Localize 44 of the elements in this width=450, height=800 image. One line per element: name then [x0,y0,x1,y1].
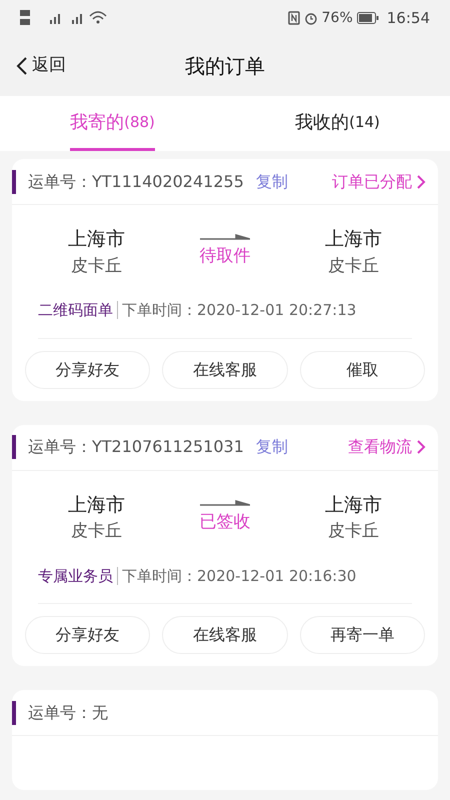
origin-city: 上海市 [68,227,125,252]
tab[interactable]: 我寄的(88) [0,96,225,151]
chevron-right-icon [416,439,426,455]
accent-bar [12,435,16,459]
waybill-number: 运单号：YT2107611251031 [28,436,244,458]
accent-bar [12,170,16,194]
arrow-icon [200,500,250,506]
battery-percent: 76% [322,8,353,28]
order-time: 下单时间：2020-12-01 20:27:13 [122,300,356,321]
back-button[interactable]: 返回 [16,53,66,79]
destination-city: 上海市 [325,227,382,252]
recipient-name: 皮卡丘 [328,520,379,543]
order-tag: 专属业务员 [38,564,113,587]
order-status: 待取件 [200,245,250,268]
order-status: 已签收 [200,510,250,534]
action-button[interactable]: 催取 [300,350,425,388]
action-button[interactable]: 在线客服 [162,616,288,654]
sender-name: 皮卡丘 [71,254,122,278]
accent-bar [12,700,16,724]
copy-button[interactable]: 复制 [256,435,288,459]
chevron-left-icon [16,56,28,76]
waybill-number: 运单号：YT1114020241255 [28,170,244,192]
alarm-icon [304,11,318,25]
recipient-name: 皮卡丘 [328,254,379,278]
waybill-number: 运单号：无 [28,702,108,724]
destination-city: 上海市 [325,492,382,518]
sender-name: 皮卡丘 [71,520,122,543]
clock-time: 16:54 [386,8,430,29]
battery-icon [356,12,379,24]
order-tag: 二维码面单 [38,299,113,322]
nfc-icon [288,11,300,25]
copy-button[interactable]: 复制 [256,170,288,194]
tab[interactable]: 我收的(14) [225,96,450,151]
chevron-right-icon [416,174,426,190]
action-button[interactable]: 再寄一单 [300,616,425,654]
status-link[interactable]: 查看物流 [348,435,426,459]
arrow-icon [200,234,250,240]
status-link[interactable]: 订单已分配 [332,170,426,194]
action-button[interactable]: 分享好友 [25,616,150,654]
origin-city: 上海市 [68,492,125,518]
action-button[interactable]: 在线客服 [162,350,288,388]
action-button[interactable]: 分享好友 [25,350,150,388]
page-title: 我的订单 [185,53,265,80]
order-time: 下单时间：2020-12-01 20:16:30 [122,566,356,586]
